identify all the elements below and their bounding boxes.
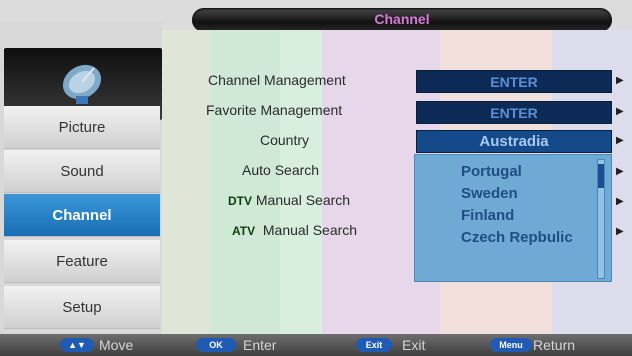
menu-row-channel-management[interactable]: Channel Management ENTER ▶ (162, 68, 632, 94)
return-hint: Return (533, 337, 576, 353)
menu-row-favorite-management[interactable]: Favorite Management ENTER ▶ (162, 98, 632, 124)
country-option[interactable]: Portugal (461, 163, 522, 180)
enter-hint: Enter (243, 337, 277, 353)
sidebar-item-setup[interactable]: Setup (4, 286, 160, 329)
menu-title-bar: Channel (192, 8, 612, 32)
manual-search-text: Manual Search (255, 192, 351, 208)
favorite-management-enter-button[interactable]: ENTER (416, 101, 612, 124)
dtv-prefix: DTV (228, 194, 252, 208)
tv-menu-screen: Channel Picture Sound Channel Feature Se… (0, 0, 632, 356)
move-hint: Move (99, 337, 134, 353)
sidebar-item-label: Setup (62, 298, 102, 316)
country-option[interactable]: Czech Repbulic (461, 229, 573, 246)
footer-hint-bar: ▲▼ Move OK Enter Exit Exit Menu Return (0, 334, 632, 356)
ok-key-icon: OK (196, 338, 236, 352)
channel-management-label: Channel Management (208, 72, 346, 88)
sidebar-item-label: Feature (56, 252, 108, 270)
sidebar-item-picture[interactable]: Picture (4, 106, 160, 149)
arrow-right-icon: ▶ (616, 75, 624, 86)
sidebar: Picture Sound Channel Feature Setup (0, 22, 162, 334)
dtv-manual-search-label: DTV Manual Search (228, 192, 350, 208)
channel-management-enter-button[interactable]: ENTER (416, 70, 612, 93)
sidebar-item-label: Picture (58, 118, 106, 136)
sidebar-item-feature[interactable]: Feature (4, 240, 160, 283)
arrow-right-icon: ▶ (616, 166, 624, 177)
exit-key-icon: Exit (356, 338, 392, 352)
country-dropdown-list[interactable]: Portugal Sweden Finland Czech Repbulic (414, 154, 612, 282)
sidebar-item-channel[interactable]: Channel (4, 194, 160, 237)
sidebar-item-label: Channel (52, 206, 112, 224)
country-option[interactable]: Sweden (461, 185, 518, 202)
country-label: Country (260, 132, 310, 148)
arrow-right-icon: ▶ (616, 106, 624, 117)
exit-hint: Exit (402, 337, 426, 353)
sidebar-item-sound[interactable]: Sound (4, 150, 160, 193)
manual-search-text: Manual Search (262, 222, 358, 238)
page-title: Channel (374, 11, 430, 27)
country-option[interactable]: Finland (461, 207, 514, 224)
country-select[interactable]: Austradia (416, 130, 612, 153)
satellite-dish-icon (62, 64, 102, 104)
auto-search-label: Auto Search (242, 162, 320, 178)
move-key-icon: ▲▼ (60, 338, 94, 352)
atv-manual-search-label: ATV Manual Search (232, 222, 357, 238)
scrollbar-thumb[interactable] (598, 164, 604, 188)
arrow-right-icon: ▶ (616, 226, 624, 237)
arrow-right-icon: ▶ (616, 196, 624, 207)
sidebar-item-label: Sound (60, 162, 104, 180)
dropdown-scrollbar[interactable] (597, 159, 605, 279)
arrow-right-icon: ▶ (616, 135, 624, 146)
channel-menu-panel: Channel Management ENTER ▶ Favorite Mana… (162, 30, 632, 334)
menu-row-country[interactable]: Country Austradia ▶ (162, 128, 632, 154)
atv-prefix: ATV (232, 224, 256, 238)
favorite-management-label: Favorite Management (206, 102, 343, 118)
menu-key-icon: Menu (490, 338, 532, 352)
